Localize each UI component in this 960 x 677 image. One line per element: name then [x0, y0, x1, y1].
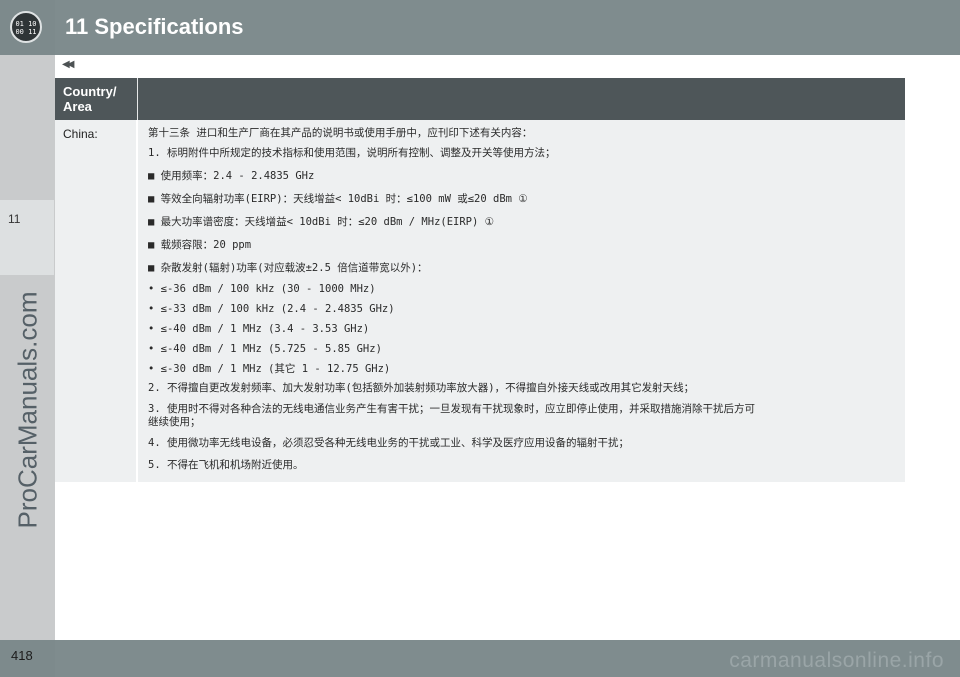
- sidebar-watermark: ProCarManuals.com: [12, 291, 43, 529]
- sidebar-top-block: 01 10 00 11: [0, 0, 55, 55]
- list-item: ■ 等效全向辐射功率(EIRP)：天线增益< 10dBi 时：≤100 mW 或…: [148, 193, 528, 205]
- list-item: • ≤-33 dBm / 100 kHz (2.4 - 2.4835 GHz): [148, 303, 395, 315]
- table-row: China: 第十三条 进口和生产厂商在其产品的说明书或使用手册中，应刊印下述有…: [55, 120, 905, 482]
- row-content-cell: 第十三条 进口和生产厂商在其产品的说明书或使用手册中，应刊印下述有关内容： 1.…: [138, 120, 905, 482]
- page-footer: carmanualsonline.info: [55, 640, 960, 677]
- row-country-cell: China:: [55, 120, 138, 482]
- page-title: 11 Specifications: [65, 14, 244, 39]
- text-line: 5. 不得在飞机和机场附近使用。: [148, 459, 304, 471]
- double-chevron-left-icon[interactable]: ◀◀: [62, 59, 75, 70]
- list-item: ■ 最大功率谱密度：天线增益< 10dBi 时：≤20 dBm / MHz(EI…: [148, 216, 495, 228]
- text-line: 1. 标明附件中所规定的技术指标和使用范围，说明所有控制、调整及开关等使用方法；: [148, 147, 556, 159]
- list-item: • ≤-30 dBm / 1 MHz (其它 1 - 12.75 GHz): [148, 363, 391, 375]
- specifications-table: Country/ Area China: 第十三条 进口和生产厂商在其产品的说明…: [55, 78, 905, 482]
- column-header-content: [138, 78, 905, 120]
- page-header: 11 Specifications: [55, 0, 960, 55]
- text-line: 第十三条 进口和生产厂商在其产品的说明书或使用手册中，应刊印下述有关内容：: [148, 127, 533, 139]
- chapter-tab-label: 11: [8, 212, 21, 226]
- list-item: • ≤-40 dBm / 1 MHz (3.4 - 3.53 GHz): [148, 323, 370, 335]
- text-line: 4. 使用微功率无线电设备，必须忍受各种无线电业务的干扰或工业、科学及医疗应用设…: [148, 437, 629, 449]
- list-item: • ≤-40 dBm / 1 MHz (5.725 - 5.85 GHz): [148, 343, 382, 355]
- column-header-country: Country/ Area: [55, 78, 138, 120]
- chapter-logo-icon: 01 10 00 11: [10, 11, 42, 43]
- text-line: 2. 不得擅自更改发射频率、加大发射功率(包括额外加装射频功率放大器)，不得擅自…: [148, 382, 695, 394]
- page-number: 418: [11, 648, 33, 663]
- list-item: ■ 杂散发射(辐射)功率(对应载波±2.5 倍信道带宽以外)：: [148, 262, 428, 274]
- text-line: 3. 使用时不得对各种合法的无线电通信业务产生有害干扰；一旦发现有干扰现象时，应…: [148, 403, 755, 428]
- list-item: ■ 载频容限：20 ppm: [148, 239, 252, 251]
- chapter-tab[interactable]: 11: [0, 200, 55, 275]
- list-item: ■ 使用频率：2.4 - 2.4835 GHz: [148, 170, 315, 182]
- table-header-row: Country/ Area: [55, 78, 905, 120]
- footer-watermark: carmanualsonline.info: [729, 649, 944, 672]
- list-item: • ≤-36 dBm / 100 kHz (30 - 1000 MHz): [148, 283, 376, 295]
